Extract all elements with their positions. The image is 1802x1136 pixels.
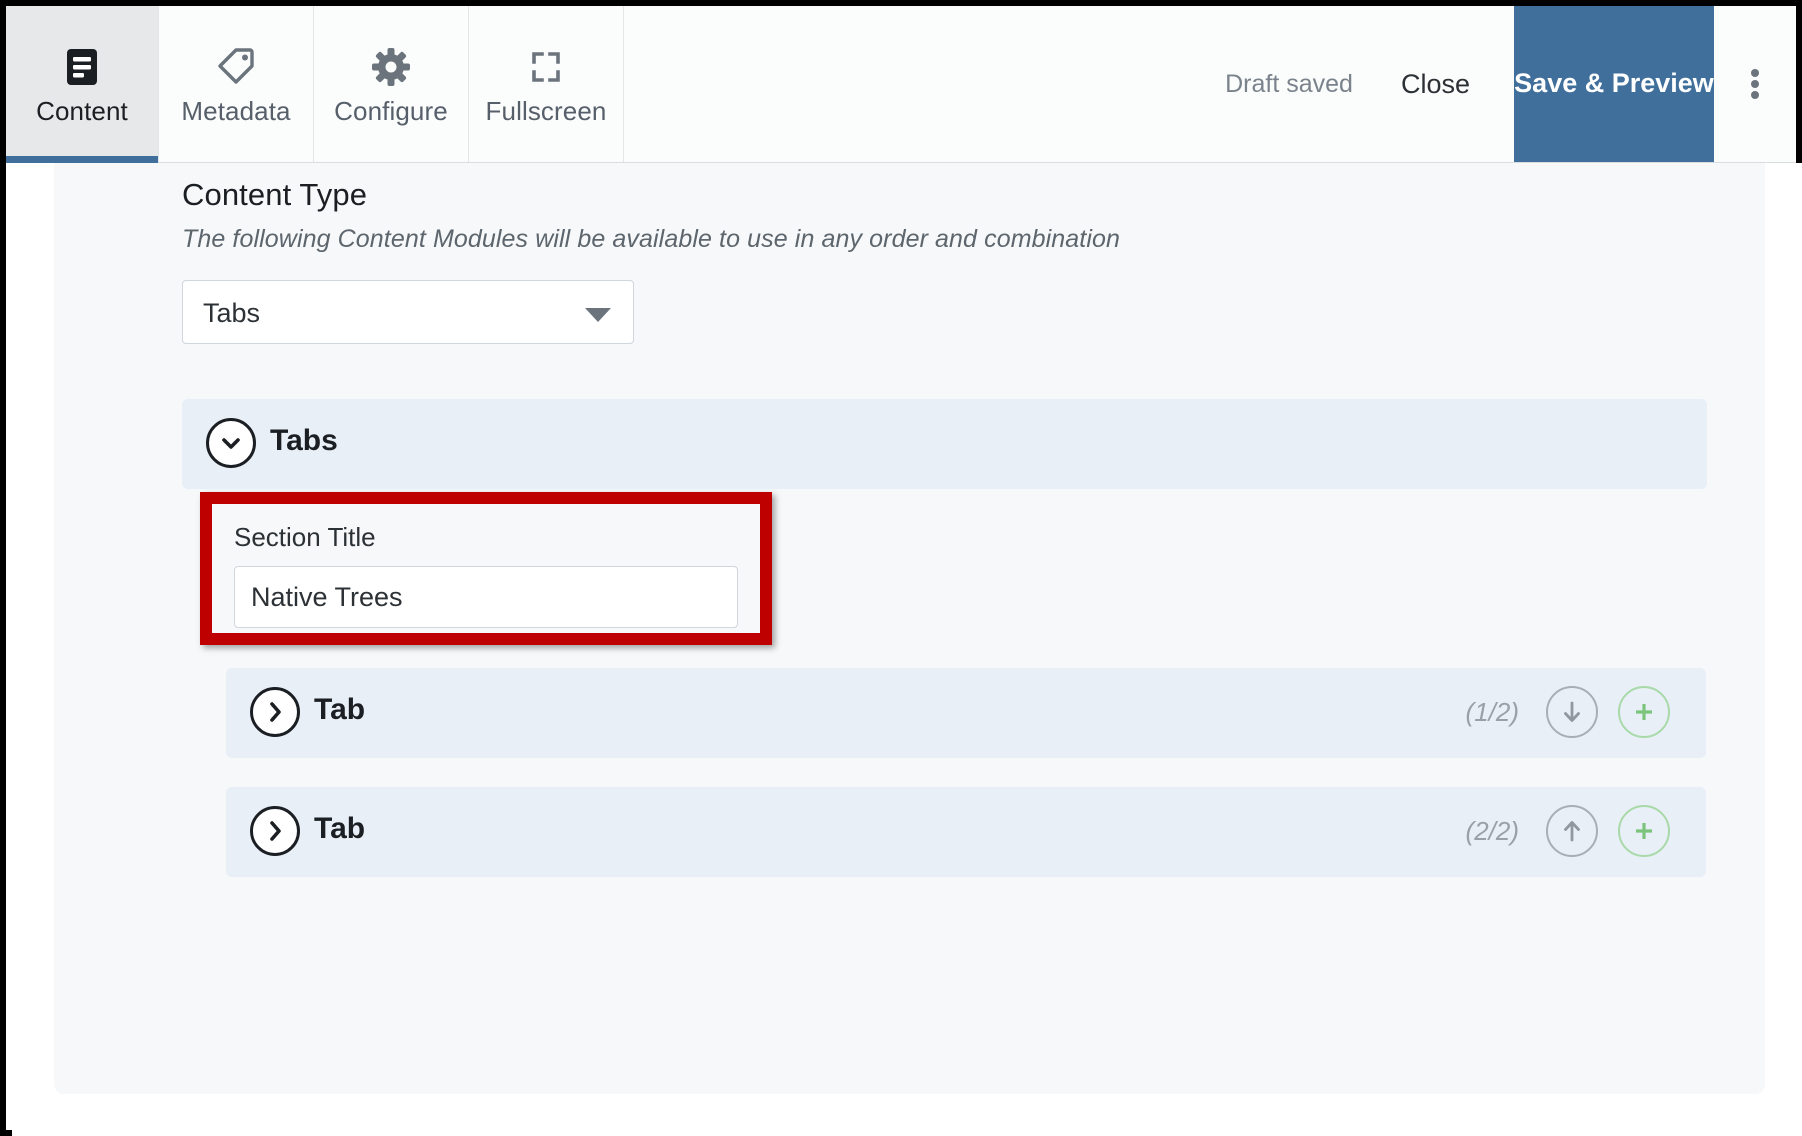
kebab-dot <box>1751 80 1759 88</box>
content-panel: Content Type The following Content Modul… <box>54 163 1765 1094</box>
editor-canvas: Content Type The following Content Modul… <box>12 163 1802 1136</box>
tab-row-counter: (1/2) <box>1465 697 1519 727</box>
document-lines-icon <box>62 44 102 90</box>
module-header-tabs[interactable]: Tabs <box>182 399 1707 489</box>
section-title-highlight-box: Section Title <box>200 492 772 645</box>
tab-content[interactable]: Content <box>6 6 159 163</box>
circle-arrow-up-icon[interactable] <box>1546 805 1598 857</box>
application-frame: Content Metadata Configure Fullscreen Dr… <box>0 0 1802 1136</box>
page-title: Content Type <box>182 177 368 212</box>
kebab-menu-icon[interactable] <box>1714 6 1796 162</box>
tab-metadata-label: Metadata <box>181 96 291 126</box>
close-button[interactable]: Close <box>1401 69 1514 100</box>
tab-row[interactable]: Tab (1/2) <box>226 668 1706 758</box>
kebab-dot <box>1751 69 1759 77</box>
tab-configure-label: Configure <box>334 96 448 126</box>
kebab-dot <box>1751 91 1759 99</box>
tab-configure[interactable]: Configure <box>314 6 469 162</box>
draft-status-text: Draft saved <box>1225 69 1353 98</box>
editor-toolbar: Content Metadata Configure Fullscreen Dr… <box>6 6 1796 163</box>
circle-chevron-right-icon[interactable] <box>250 687 300 737</box>
tab-fullscreen[interactable]: Fullscreen <box>469 6 624 162</box>
content-type-select[interactable]: Tabs <box>182 280 634 344</box>
section-title-label: Section Title <box>234 522 376 552</box>
circle-plus-icon[interactable] <box>1618 686 1670 738</box>
circle-plus-icon[interactable] <box>1618 805 1670 857</box>
tab-content-label: Content <box>36 96 128 126</box>
tab-metadata[interactable]: Metadata <box>159 6 314 162</box>
circle-chevron-down-icon[interactable] <box>206 418 256 468</box>
tab-row-label: Tab <box>314 693 366 726</box>
gear-icon <box>369 44 413 90</box>
page-subtitle: The following Content Modules will be av… <box>182 225 1121 253</box>
tab-fullscreen-label: Fullscreen <box>485 96 607 126</box>
tab-row[interactable]: Tab (2/2) <box>226 787 1706 877</box>
chevron-down-icon <box>585 308 611 322</box>
circle-arrow-down-icon[interactable] <box>1546 686 1598 738</box>
circle-chevron-right-icon[interactable] <box>250 806 300 856</box>
save-and-preview-button[interactable]: Save & Preview <box>1514 6 1714 162</box>
fullscreen-icon <box>524 44 568 90</box>
module-header-title: Tabs <box>270 424 338 457</box>
tab-row-counter: (2/2) <box>1465 816 1519 846</box>
tab-row-label: Tab <box>314 812 366 845</box>
section-title-input[interactable] <box>234 566 738 628</box>
tag-icon <box>214 44 258 90</box>
content-type-selected-value: Tabs <box>203 298 261 328</box>
